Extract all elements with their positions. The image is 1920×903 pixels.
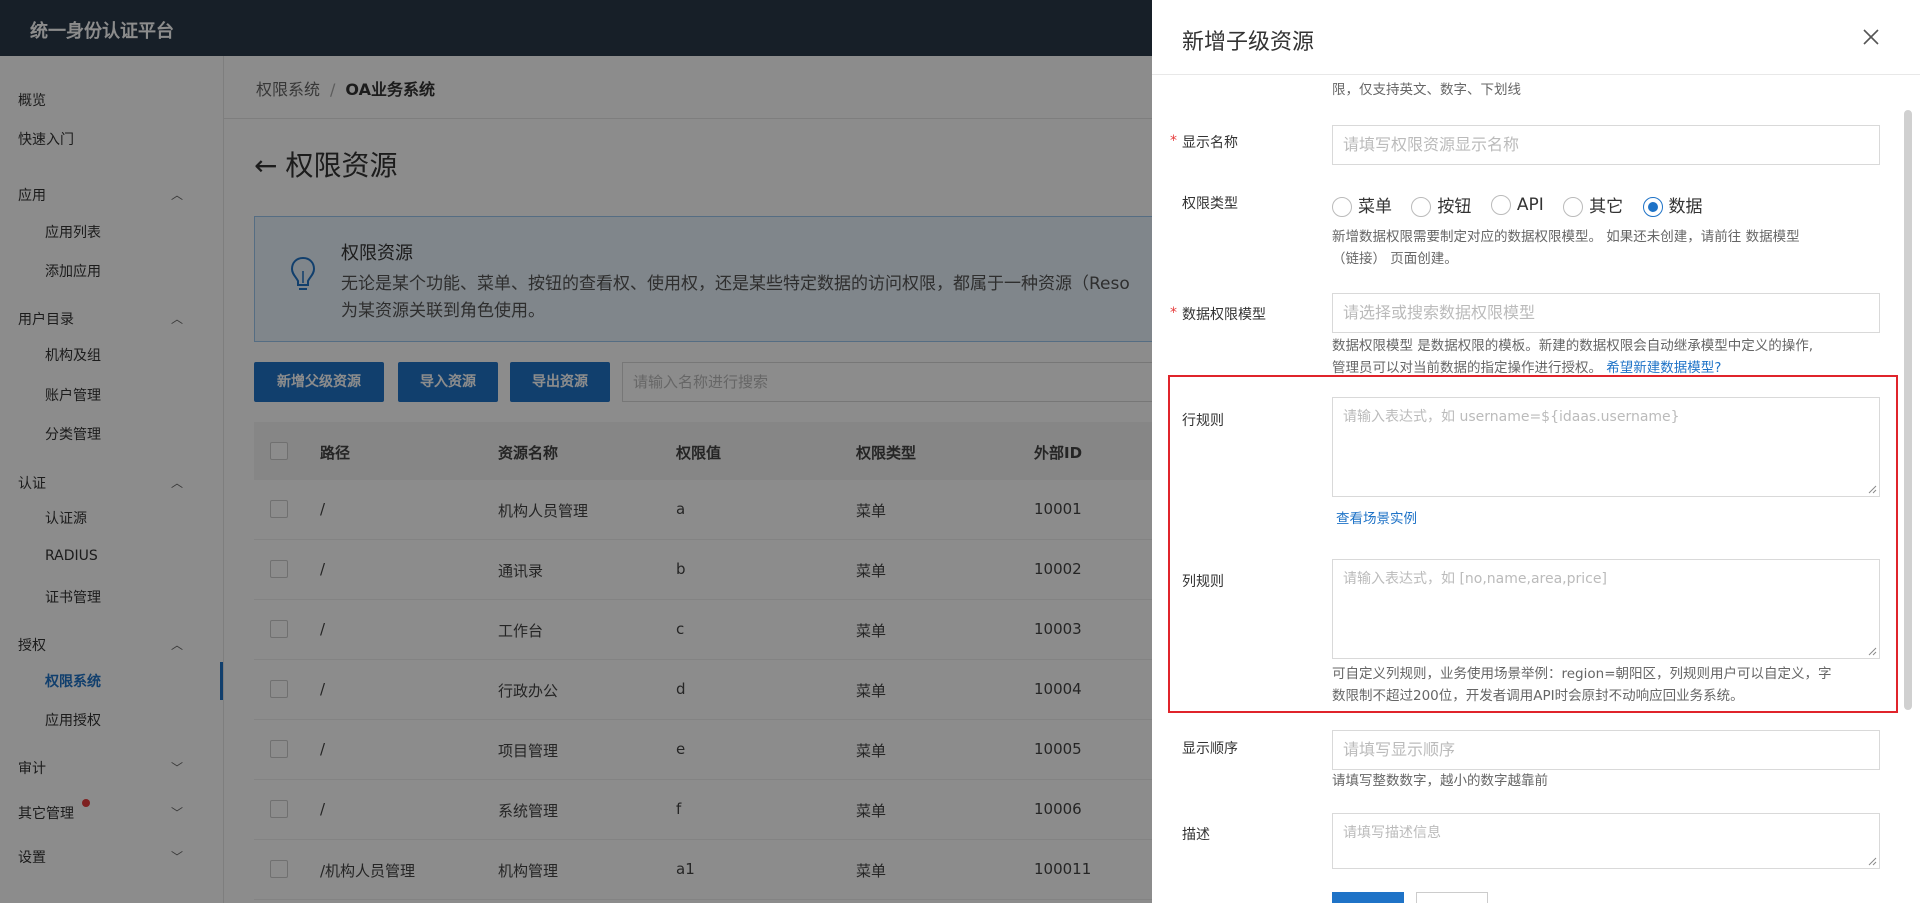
close-icon[interactable] <box>1862 28 1880 46</box>
order-input[interactable]: 请填写显示顺序 <box>1332 730 1880 770</box>
perm-type-hint: 新增数据权限需要制定对应的数据权限模型。 如果还未创建，请前往 数据模型 （链接… <box>1332 226 1892 270</box>
resize-handle-icon[interactable] <box>1867 646 1877 656</box>
perm-type-label: 权限类型 <box>1182 196 1238 212</box>
row-rule-textarea[interactable]: 请输入表达式，如 username=${idaas.username} <box>1332 397 1880 497</box>
desc-textarea[interactable]: 请填写描述信息 <box>1332 813 1880 869</box>
drawer-title: 新增子级资源 <box>1182 30 1315 55</box>
required-mark: * <box>1170 133 1177 149</box>
row-rule-example-link-wrap: 查看场景实例 <box>1336 508 1896 530</box>
col-rule-hint: 可自定义列规则，业务使用场景举例：region=朝阳区，列规则用户可以自定义，字… <box>1332 663 1892 707</box>
add-child-resource-drawer: 新增子级资源 限，仅支持英文、数字、下划线 * 显示名称 请填写权限资源显示名称… <box>1152 0 1920 903</box>
view-example-link[interactable]: 查看场景实例 <box>1336 511 1417 527</box>
new-data-model-link[interactable]: 希望新建数据模型? <box>1606 360 1721 376</box>
data-model-select[interactable]: 请选择或搜索数据权限模型 <box>1332 293 1880 333</box>
radio-option-menu[interactable]: 菜单 <box>1332 192 1392 217</box>
cancel-button[interactable] <box>1416 892 1488 903</box>
display-name-input[interactable]: 请填写权限资源显示名称 <box>1332 125 1880 165</box>
drawer-header: 新增子级资源 <box>1152 0 1920 75</box>
radio-option-button[interactable]: 按钮 <box>1411 192 1471 217</box>
display-name-label: 显示名称 <box>1182 135 1238 151</box>
resize-handle-icon[interactable] <box>1867 856 1877 866</box>
data-model-hint: 数据权限模型 是数据权限的模板。新建的数据权限会自动继承模型中定义的操作, 管理… <box>1332 335 1892 379</box>
col-rule-textarea[interactable]: 请输入表达式，如 [no,name,area,price] <box>1332 559 1880 659</box>
radio-option-api[interactable]: API <box>1490 194 1544 215</box>
perm-type-radio-group: 菜单 按钮 API 其它 数据 <box>1332 192 1717 217</box>
drawer-body: 限，仅支持英文、数字、下划线 * 显示名称 请填写权限资源显示名称 权限类型 菜… <box>1152 76 1920 903</box>
col-rule-label: 列规则 <box>1182 574 1224 590</box>
modal-backdrop[interactable] <box>0 0 1152 903</box>
col-rule-hint-line2: 数限制不超过200位，开发者调用API时会原封不动响应回业务系统。 <box>1332 688 1744 704</box>
radio-option-data[interactable]: 数据 <box>1642 192 1703 217</box>
order-label: 显示顺序 <box>1182 741 1238 757</box>
desc-placeholder: 请填写描述信息 <box>1343 825 1441 841</box>
perm-type-hint-line1: 新增数据权限需要制定对应的数据权限模型。 如果还未创建，请前往 数据模型 <box>1332 229 1800 245</box>
confirm-button[interactable] <box>1332 892 1404 903</box>
row-rule-placeholder: 请输入表达式，如 username=${idaas.username} <box>1343 409 1680 425</box>
perm-type-hint-line2: （链接） 页面创建。 <box>1332 251 1458 267</box>
col-rule-placeholder: 请输入表达式，如 [no,name,area,price] <box>1343 571 1607 587</box>
radio-option-other[interactable]: 其它 <box>1563 192 1623 217</box>
desc-label: 描述 <box>1182 827 1210 843</box>
drawer-scrollbar[interactable] <box>1904 110 1912 710</box>
data-model-hint-line1: 数据权限模型 是数据权限的模板。新建的数据权限会自动继承模型中定义的操作, <box>1332 338 1814 354</box>
col-rule-hint-line1: 可自定义列规则，业务使用场景举例：region=朝阳区，列规则用户可以自定义，字 <box>1332 666 1832 682</box>
required-mark: * <box>1170 305 1177 321</box>
resize-handle-icon[interactable] <box>1867 484 1877 494</box>
row-rule-label: 行规则 <box>1182 413 1224 429</box>
data-model-label: 数据权限模型 <box>1182 307 1266 323</box>
perm-value-hint: 限，仅支持英文、数字、下划线 <box>1332 82 1521 98</box>
order-hint: 请填写整数数字，越小的数字越靠前 <box>1332 773 1548 789</box>
